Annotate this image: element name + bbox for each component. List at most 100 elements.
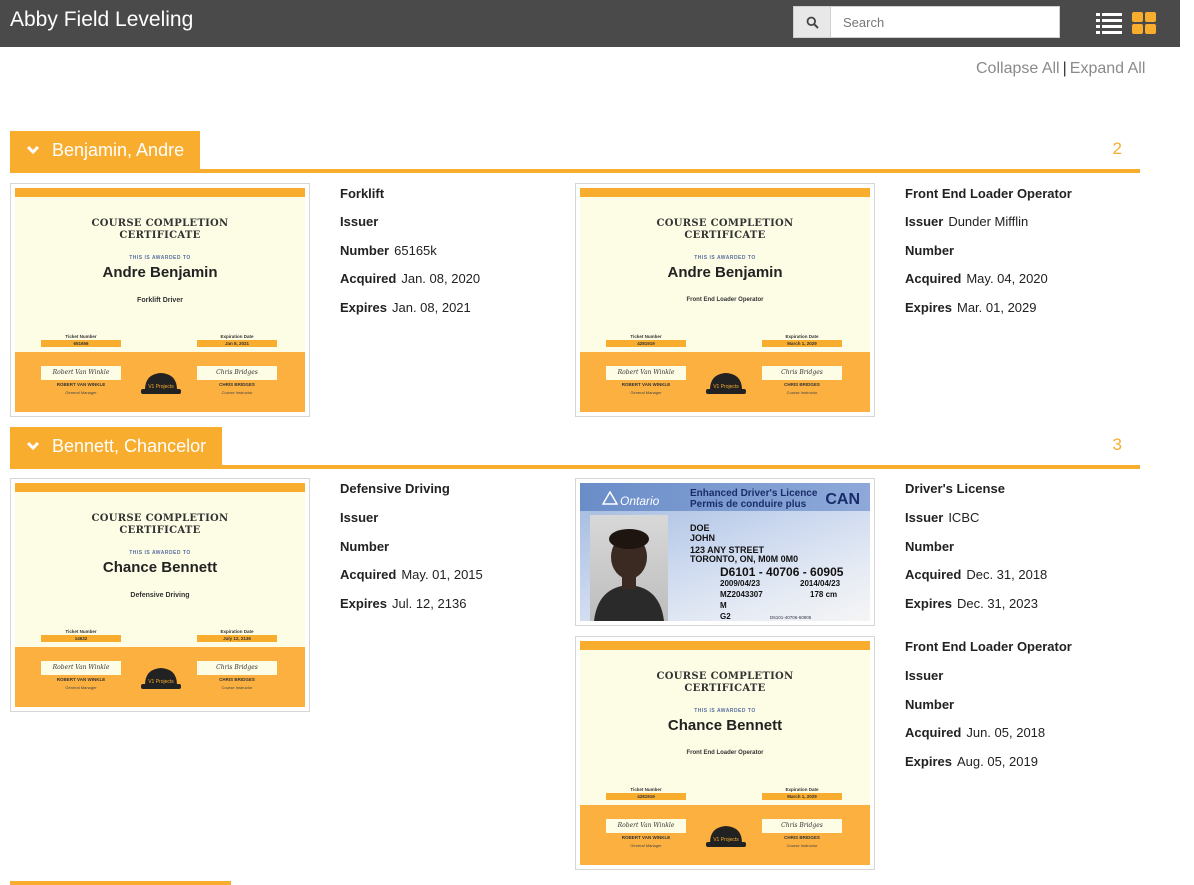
issuer-row: Issuer bbox=[340, 214, 383, 229]
search-input[interactable] bbox=[831, 6, 1060, 38]
chevron-down-icon bbox=[26, 145, 40, 155]
acquired-label: Acquired bbox=[340, 271, 397, 286]
certificate-type: Forklift bbox=[340, 186, 385, 201]
ticket-number-value: 4281919 bbox=[606, 793, 686, 800]
search-button[interactable] bbox=[793, 6, 831, 38]
ticket-number-value: 4281919 bbox=[606, 340, 686, 347]
certificate-top-strip bbox=[15, 188, 305, 197]
hard-hat-logo-icon: V1 Projects bbox=[141, 373, 181, 394]
acquired-label: Acquired bbox=[340, 567, 397, 582]
top-bar: Abby Field Leveling bbox=[0, 0, 1180, 47]
search-box bbox=[793, 6, 1060, 38]
certificate-role: Front End Loader Operator bbox=[686, 297, 764, 303]
expires-label: Expires bbox=[905, 596, 952, 611]
ticket-number-label: Ticket Number bbox=[65, 629, 97, 634]
certificate-type: Driver's License bbox=[905, 481, 1005, 496]
issuer-row: Issuer bbox=[905, 668, 948, 683]
certificate-top-strip bbox=[580, 188, 870, 197]
certificate-image[interactable]: COURSE COMPLETION CERTIFICATE THIS IS AWA… bbox=[10, 183, 310, 417]
group-count: 2 bbox=[1112, 139, 1122, 158]
certificate-image[interactable]: COURSE COMPLETION CERTIFICATE THIS IS AWA… bbox=[575, 183, 875, 417]
issuer-label: Issuer bbox=[905, 214, 944, 229]
signer-left-title: General Manager bbox=[630, 843, 662, 848]
certificate-type: Defensive Driving bbox=[340, 481, 450, 496]
app-title: Abby Field Leveling bbox=[10, 8, 194, 31]
expiration-date-label: Expiration Date bbox=[785, 334, 819, 339]
acquired-row: Acquired Jan. 08, 2020 bbox=[340, 271, 480, 286]
expand-all-link[interactable]: Expand All bbox=[1070, 60, 1146, 77]
certificate-role: Forklift Driver bbox=[137, 297, 183, 304]
expires-row: Expires Aug. 05, 2019 bbox=[905, 754, 1038, 769]
license-heading-fr: Permis de conduire plus bbox=[690, 499, 807, 510]
acquired-row: Acquired May. 04, 2020 bbox=[905, 271, 1048, 286]
certificate-face: COURSE COMPLETION CERTIFICATE THIS IS AWA… bbox=[15, 483, 305, 707]
signer-left-name: ROBERT VAN WINKLE bbox=[56, 382, 106, 387]
signer-left-name: ROBERT VAN WINKLE bbox=[621, 382, 671, 387]
issuer-label: Issuer bbox=[340, 214, 379, 229]
expires-value: Jul. 12, 2136 bbox=[391, 596, 467, 611]
number-label: Number bbox=[905, 243, 955, 258]
collapse-all-link[interactable]: Collapse All bbox=[976, 60, 1060, 77]
certificate-image[interactable]: COURSE COMPLETION CERTIFICATE THIS IS AWA… bbox=[10, 478, 310, 712]
license-address-line2: TORONTO, ON, M0M 0M0 bbox=[690, 554, 799, 564]
grid-view-icon[interactable] bbox=[1132, 12, 1156, 34]
ticket-number-value: 14632 bbox=[41, 635, 121, 642]
issuer-label: Issuer bbox=[905, 510, 944, 525]
number-row: Number bbox=[340, 539, 394, 554]
acquired-label: Acquired bbox=[905, 725, 962, 740]
separator: | bbox=[1062, 60, 1067, 77]
certificate-type: Front End Loader Operator bbox=[905, 639, 1072, 654]
expires-value: Jan. 08, 2021 bbox=[391, 300, 471, 315]
certificate-holder-name: Chance Bennett bbox=[667, 717, 783, 734]
group-header-benjamin-andre: Benjamin, Andre 2 bbox=[10, 131, 1140, 173]
signer-right-title: Course Instructor bbox=[221, 685, 253, 690]
number-label: Number bbox=[905, 697, 955, 712]
certificate-face: COURSE COMPLETION CERTIFICATE THIS IS AWA… bbox=[580, 641, 870, 865]
expires-label: Expires bbox=[340, 596, 387, 611]
acquired-value: Jan. 08, 2020 bbox=[401, 271, 481, 286]
certificate-title: COURSE COMPLETION CERTIFICATE bbox=[91, 513, 229, 536]
number-label: Number bbox=[340, 243, 390, 258]
number-row: Number 65165k bbox=[340, 243, 437, 258]
expires-value: Aug. 05, 2019 bbox=[956, 754, 1038, 769]
expiration-date-value: March 1, 2029 bbox=[762, 793, 842, 800]
license-sex: M bbox=[720, 601, 727, 610]
certificate-title: COURSE COMPLETION CERTIFICATE bbox=[656, 671, 794, 694]
expires-value: Dec. 31, 2023 bbox=[956, 596, 1038, 611]
hard-hat-logo-icon: V1 Projects bbox=[706, 826, 746, 847]
license-barcode-text: D6101-40706-60905 bbox=[770, 615, 812, 620]
svg-text:V1 Projects: V1 Projects bbox=[713, 384, 739, 390]
ticket-number-label: Ticket Number bbox=[630, 334, 662, 339]
group-header-bennett-chancelor: Bennett, Chancelor 3 bbox=[10, 427, 1140, 469]
expiration-date-label: Expiration Date bbox=[785, 787, 819, 792]
signer-right-title: Course Instructor bbox=[786, 390, 818, 395]
ticket-number-label: Ticket Number bbox=[65, 334, 97, 339]
signer-left-name: ROBERT VAN WINKLE bbox=[56, 677, 106, 682]
expires-row: Expires Mar. 01, 2029 bbox=[905, 300, 1036, 315]
number-row: Number bbox=[905, 539, 959, 554]
certificate-role: Defensive Driving bbox=[130, 592, 190, 599]
group-toggle[interactable]: Bennett, Chancelor bbox=[10, 427, 223, 465]
certificate-type: Front End Loader Operator bbox=[905, 186, 1072, 201]
list-view-icon[interactable] bbox=[1096, 12, 1122, 34]
license-face: Ontario Enhanced Driver's Licence Permis… bbox=[580, 483, 870, 621]
acquired-row: Acquired Jun. 05, 2018 bbox=[905, 725, 1045, 740]
expires-label: Expires bbox=[905, 300, 952, 315]
signature-right: Chris Bridges bbox=[762, 819, 842, 833]
license-class: G2 bbox=[720, 612, 731, 621]
license-dd-number: MZ2043307 bbox=[720, 590, 763, 599]
license-first-name: JOHN bbox=[690, 533, 716, 543]
license-photo bbox=[590, 515, 668, 621]
certificate-top-strip bbox=[580, 641, 870, 650]
group-name: Bennett, Chancelor bbox=[52, 435, 207, 456]
certificate-image[interactable]: COURSE COMPLETION CERTIFICATE THIS IS AWA… bbox=[575, 636, 875, 870]
license-number: D6101 - 40706 - 60905 bbox=[720, 565, 844, 579]
signer-right-name: CHRIS BRIDGES bbox=[219, 382, 255, 387]
certificate-face: COURSE COMPLETION CERTIFICATE THIS IS AWA… bbox=[580, 188, 870, 412]
signature-right: Chris Bridges bbox=[762, 366, 842, 380]
signature-left: Robert Van Winkle bbox=[606, 366, 686, 380]
signer-right-title: Course Instructor bbox=[221, 390, 253, 395]
group-toggle[interactable]: Benjamin, Andre bbox=[10, 131, 201, 169]
signer-right-name: CHRIS BRIDGES bbox=[219, 677, 255, 682]
drivers-license-image[interactable]: Ontario Enhanced Driver's Licence Permis… bbox=[575, 478, 875, 626]
